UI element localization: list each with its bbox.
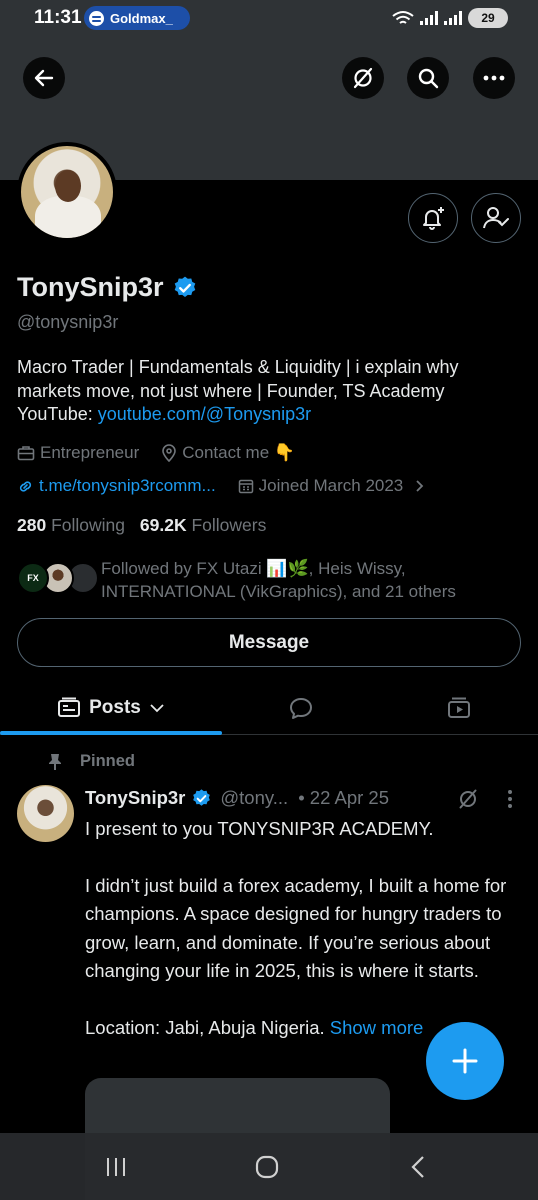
profile-avatar[interactable] <box>17 142 117 242</box>
joined-item[interactable]: Joined March 2023 <box>238 476 425 496</box>
signal-icon-2 <box>444 11 462 25</box>
recent-apps-icon <box>107 1157 125 1176</box>
followers-label: Followers <box>191 515 267 535</box>
link-icon <box>19 480 32 492</box>
status-bar: 11:31 Goldmax_ 29 <box>0 0 538 36</box>
location-item: Contact me 👇 <box>161 443 295 463</box>
compose-button[interactable] <box>426 1022 504 1100</box>
avatar-face <box>55 170 81 202</box>
pin-icon <box>49 753 61 770</box>
tweet-header: TonySnip3r @tony... • 22 Apr 25 <box>85 787 525 809</box>
tweet-text: I present to you TONYSNIP3R ACADEMY. I d… <box>85 815 525 1042</box>
more-button[interactable] <box>473 57 515 99</box>
status-icons: 29 <box>392 8 508 28</box>
spotify-icon <box>89 10 104 26</box>
back-nav-button[interactable] <box>388 1133 448 1200</box>
followed-by-text[interactable]: Followed by FX Utazi 📊🌿, Heis Wissy, INT… <box>101 557 521 603</box>
following-status-button[interactable] <box>471 193 521 243</box>
website-item[interactable]: t.me/tonysnip3rcomm... <box>17 476 216 496</box>
follower-avatar-fxutazi: FX <box>17 562 49 594</box>
message-button[interactable]: Message <box>17 618 521 667</box>
profession-item: Entrepreneur <box>17 443 139 463</box>
video-icon <box>448 697 470 718</box>
home-circle-icon <box>255 1155 279 1178</box>
profile-name-row: TonySnip3r <box>17 272 198 303</box>
followers-count: 69.2K <box>139 515 187 535</box>
tweet-date: • 22 Apr 25 <box>298 787 390 808</box>
profile-meta-row-1: Entrepreneur Contact me 👇 <box>17 443 317 463</box>
grok-icon <box>353 67 373 89</box>
home-button[interactable] <box>237 1133 297 1200</box>
following-link[interactable]: 280 Following <box>17 515 125 535</box>
media-pill[interactable]: Goldmax_ <box>84 6 190 30</box>
tab-posts[interactable]: Posts <box>0 680 222 735</box>
verified-badge-icon[interactable] <box>172 275 198 301</box>
search-icon <box>418 68 439 89</box>
profile-bio: Macro Trader | Fundamentals & Liquidity … <box>17 356 522 427</box>
active-tab-indicator <box>0 731 222 735</box>
profile-tabs: Posts <box>0 680 538 735</box>
profile-meta-row-2: t.me/tonysnip3rcomm... Joined March 2023 <box>17 476 446 496</box>
verified-badge-icon <box>193 788 211 806</box>
follow-counts: 280 Following 69.2K Followers <box>17 515 266 536</box>
website-link[interactable]: t.me/tonysnip3rcomm... <box>39 476 216 496</box>
profession-label: Entrepreneur <box>40 443 140 462</box>
chevron-down-icon[interactable] <box>149 703 165 713</box>
reply-bubble-icon <box>290 697 312 719</box>
recent-apps-button[interactable] <box>86 1133 146 1200</box>
grok-button[interactable] <box>342 57 384 99</box>
avatar-figure <box>35 196 101 238</box>
following-count: 280 <box>17 515 47 535</box>
following-label: Following <box>51 515 126 535</box>
tweet-author-avatar[interactable] <box>17 785 74 842</box>
joined-label: Joined March 2023 <box>258 476 404 495</box>
notify-button[interactable] <box>408 193 458 243</box>
status-time: 11:31 <box>34 7 82 28</box>
bell-plus-icon <box>423 207 444 230</box>
more-icon <box>483 75 505 81</box>
back-chevron-icon <box>411 1155 424 1178</box>
show-more-link[interactable]: Show more <box>330 1017 424 1038</box>
grok-icon[interactable] <box>456 787 480 811</box>
tab-replies[interactable] <box>222 680 380 735</box>
bio-youtube-link[interactable]: youtube.com/@Tonysnip3r <box>98 404 311 424</box>
tweet-author-handle: @tony... <box>220 787 289 808</box>
location-label: Contact me 👇 <box>182 443 296 462</box>
user-check-icon <box>483 207 509 229</box>
system-navigation-bar <box>0 1133 538 1200</box>
fx-badge-text: FX <box>27 573 39 583</box>
pinned-indicator: Pinned <box>48 752 135 771</box>
wifi-icon <box>392 11 414 24</box>
tab-posts-label: Posts <box>89 696 141 718</box>
battery-indicator: 29 <box>468 8 508 28</box>
chevron-right-icon <box>416 480 424 492</box>
profile-handle: @tonysnip3r <box>17 312 119 332</box>
back-arrow-icon <box>34 69 54 87</box>
back-button[interactable] <box>23 57 65 99</box>
posts-feed-icon <box>58 697 81 717</box>
pinned-label: Pinned <box>80 752 136 770</box>
location-pin-icon <box>162 444 177 462</box>
media-pill-label: Goldmax_ <box>110 10 173 26</box>
signal-icon <box>420 11 438 25</box>
briefcase-icon <box>17 446 35 461</box>
plus-icon <box>452 1048 478 1074</box>
more-vertical-icon[interactable] <box>507 789 513 809</box>
search-button[interactable] <box>407 57 449 99</box>
calendar-icon <box>238 479 253 494</box>
tweet-body-text: I present to you TONYSNIP3R ACADEMY. I d… <box>85 818 507 1038</box>
followers-link[interactable]: 69.2K Followers <box>140 515 266 535</box>
tweet-author-name[interactable]: TonySnip3r <box>85 787 185 809</box>
profile-name: TonySnip3r <box>17 272 164 302</box>
tab-videos[interactable] <box>380 680 538 735</box>
